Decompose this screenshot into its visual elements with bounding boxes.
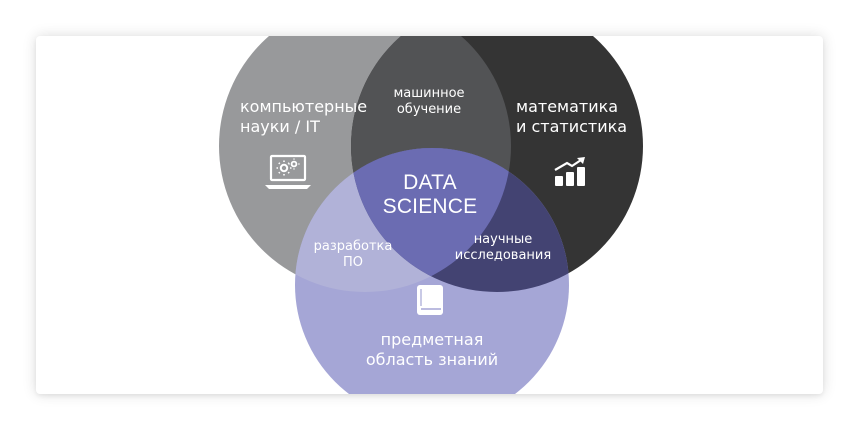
venn-diagram-stage: компьютерные науки / IT математика и ста… [0,0,859,430]
data-science-label: DATA SCIENCE [380,171,480,219]
scientific-research-line2: исследования [454,248,552,264]
math-statistics-label: математика и статистика [516,97,627,137]
software-development-line2: ПО [342,255,363,271]
scientific-research-label: научные исследования [443,232,563,265]
scientific-research-line1: научные [473,232,533,247]
computer-science-label: компьютерные науки / IT [240,97,367,137]
machine-learning-line1: машинное [393,86,465,101]
math-statistics-line2: и статистика [516,117,628,136]
book-icon [417,285,443,315]
domain-knowledge-label: предметная область знаний [347,330,517,370]
math-statistics-line1: математика [516,97,619,116]
machine-learning-line2: обучение [396,102,462,118]
data-science-line2: SCIENCE [382,195,478,219]
software-development-label: разработка ПО [303,239,403,272]
computer-science-line2: науки / IT [240,117,320,136]
data-science-line1: DATA [403,171,457,194]
computer-science-line1: компьютерные [240,97,368,116]
software-development-line1: разработка [313,239,393,254]
machine-learning-label: машинное обучение [379,86,479,119]
domain-knowledge-line1: предметная [380,330,484,349]
domain-knowledge-line2: область знаний [365,350,499,369]
